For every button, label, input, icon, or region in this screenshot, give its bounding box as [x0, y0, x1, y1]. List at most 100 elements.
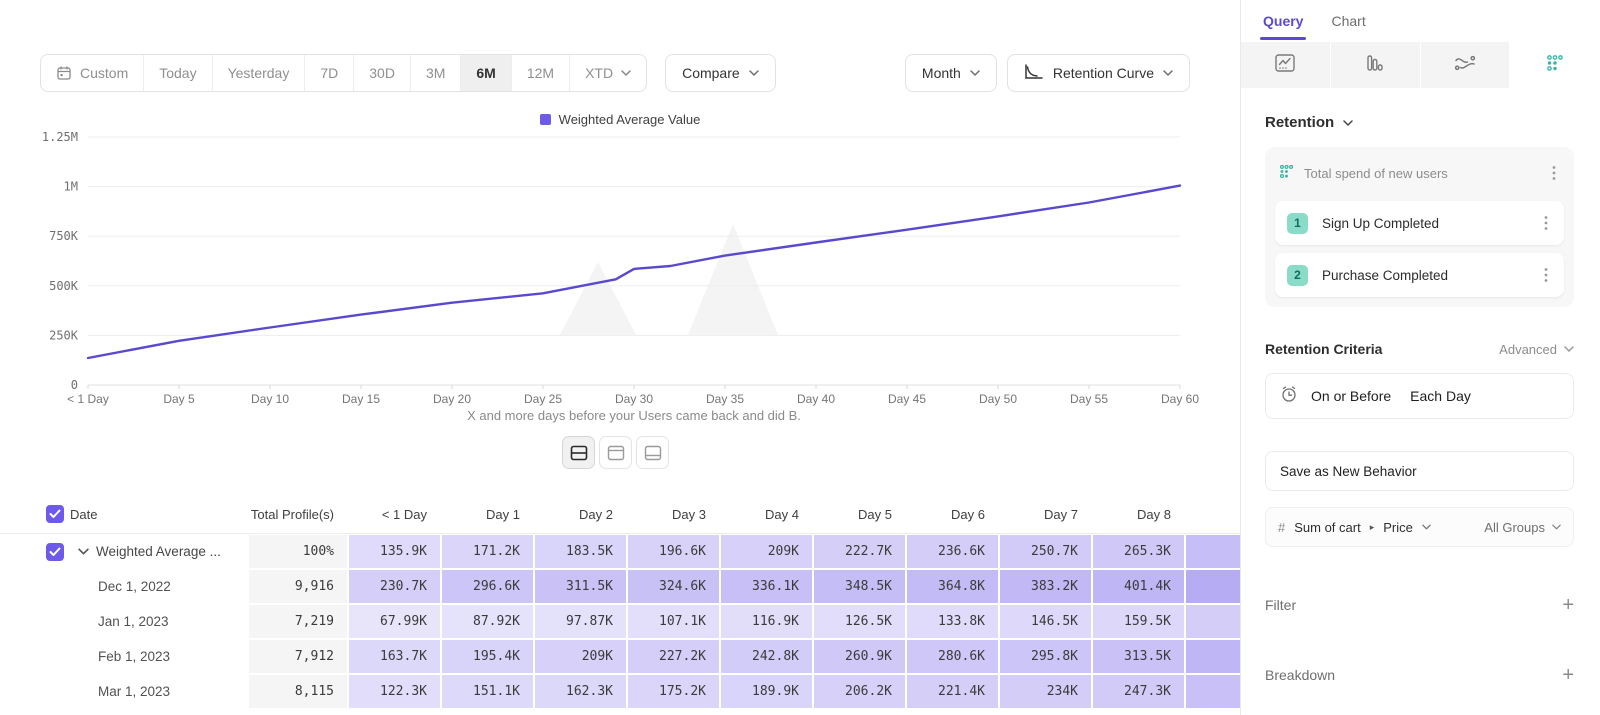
criteria-card[interactable]: On or Before Each Day: [1265, 373, 1574, 419]
column-header[interactable]: Date: [70, 507, 248, 522]
retention-value-cell: 97.87K: [535, 605, 626, 638]
table-header-row: DateTotal Profile(s)< 1 DayDay 1Day 2Day…: [0, 495, 1240, 534]
behavior-card: Total spend of new users 1Sign Up Comple…: [1265, 147, 1574, 307]
retention-value-cell: 236.6K: [907, 535, 998, 568]
compare-label: Compare: [682, 65, 740, 81]
retention-value-cell: 206.2K: [814, 675, 905, 708]
view-toggle-group: [562, 436, 669, 469]
kebab-menu-icon[interactable]: [1548, 163, 1560, 183]
range-label: 6M: [476, 65, 495, 81]
column-header[interactable]: Day 5: [813, 507, 906, 522]
clipped-cell: [1186, 570, 1240, 603]
measurement-sub-property[interactable]: Price: [1383, 520, 1413, 535]
row-checkbox-cell: [40, 639, 70, 674]
range-today[interactable]: Today: [144, 55, 212, 91]
retention-icon: [1546, 54, 1564, 77]
column-header[interactable]: Total Profile(s): [248, 507, 348, 522]
column-header[interactable]: Day 6: [906, 507, 999, 522]
column-header[interactable]: < 1 Day: [348, 507, 441, 522]
range-3m[interactable]: 3M: [411, 55, 461, 91]
y-axis-tick: 500K: [49, 279, 79, 293]
kebab-menu-icon[interactable]: [1540, 213, 1552, 233]
row-label[interactable]: Dec 1, 2022: [70, 569, 248, 604]
behavior-icon: [1279, 164, 1294, 182]
measurement-property-dropdown[interactable]: Sum of cart: [1294, 520, 1360, 535]
retention-value-cell: 189.9K: [721, 675, 812, 708]
retention-value-cell: 230.7K: [349, 570, 440, 603]
retention-value-cell: 336.1K: [721, 570, 812, 603]
tab-query[interactable]: Query: [1263, 13, 1303, 29]
row-label[interactable]: Mar 1, 2023: [70, 674, 248, 709]
retention-value-cell: 135.9K: [349, 535, 440, 568]
split-view-toggle[interactable]: [562, 436, 595, 469]
range-7d[interactable]: 7D: [305, 55, 354, 91]
criteria-condition[interactable]: On or Before: [1311, 388, 1391, 404]
x-axis-tick: < 1 Day: [67, 392, 109, 406]
range-label: XTD: [585, 65, 613, 81]
granularity-button[interactable]: Month: [905, 54, 997, 92]
granularity-label: Month: [922, 65, 961, 81]
row-label[interactable]: Feb 1, 2023: [70, 639, 248, 674]
column-header[interactable]: Day 1: [441, 507, 534, 522]
criteria-period[interactable]: Each Day: [1410, 388, 1471, 404]
row-label[interactable]: Weighted Average ...: [70, 534, 248, 569]
behavior-title-row[interactable]: Total spend of new users: [1275, 157, 1564, 193]
range-label: Today: [159, 65, 196, 81]
retention-value-cell: 151.1K: [442, 675, 533, 708]
range-12m[interactable]: 12M: [512, 55, 570, 91]
chart-type-button[interactable]: Retention Curve: [1007, 54, 1190, 92]
measurement-row: # Sum of cart ▸ Price All Groups: [1265, 507, 1574, 547]
x-axis-tick: Day 50: [979, 392, 1017, 406]
y-axis-tick: 250K: [49, 328, 79, 342]
total-profiles-cell: 8,115: [249, 675, 347, 708]
retention-value-cell: 175.2K: [628, 675, 719, 708]
retention-section-dropdown[interactable]: Retention: [1265, 114, 1574, 131]
column-header[interactable]: Day 7: [999, 507, 1092, 522]
step-label: Purchase Completed: [1322, 268, 1526, 283]
chevron-down-icon[interactable]: [78, 548, 89, 555]
x-axis-tick: Day 10: [251, 392, 289, 406]
retention-value-cell: 234K: [1000, 675, 1091, 708]
funnels-tab[interactable]: [1331, 42, 1421, 88]
insights-tab[interactable]: [1241, 42, 1331, 88]
select-all-checkbox[interactable]: [46, 505, 64, 523]
column-header[interactable]: Day 3: [627, 507, 720, 522]
add-filter-button[interactable]: +: [1562, 598, 1574, 612]
range-6m[interactable]: 6M: [461, 55, 511, 91]
add-breakdown-button[interactable]: +: [1562, 668, 1574, 682]
compare-button[interactable]: Compare: [665, 54, 776, 92]
range-custom[interactable]: Custom: [41, 55, 144, 91]
step-number-badge: 2: [1287, 265, 1308, 286]
behavior-step-sign-up-completed[interactable]: 1Sign Up Completed: [1275, 201, 1564, 245]
save-as-new-behavior-button[interactable]: Save as New Behavior: [1265, 451, 1574, 491]
row-label[interactable]: Jan 1, 2023: [70, 604, 248, 639]
row-label-text: Mar 1, 2023: [98, 684, 170, 699]
retention-value-cell: 364.8K: [907, 570, 998, 603]
advanced-dropdown[interactable]: Advanced: [1499, 342, 1574, 357]
x-axis-tick: Day 35: [706, 392, 744, 406]
range-30d[interactable]: 30D: [354, 55, 411, 91]
x-axis-tick: Day 60: [1161, 392, 1199, 406]
table-view-toggle[interactable]: [636, 436, 669, 469]
date-range-group: Custom Today Yesterday7D 30D 3M 6M 12M XTD: [40, 54, 647, 92]
retention-tab[interactable]: [1510, 42, 1600, 88]
range-label: 30D: [369, 65, 395, 81]
flows-tab[interactable]: [1421, 42, 1511, 88]
kebab-menu-icon[interactable]: [1540, 265, 1552, 285]
column-header[interactable]: Day 8: [1092, 507, 1185, 522]
row-checkbox[interactable]: [46, 543, 64, 561]
total-profiles-cell: 9,916: [249, 570, 347, 603]
range-yesterday[interactable]: Yesterday: [213, 55, 306, 91]
range-xtd[interactable]: XTD: [570, 55, 646, 91]
query-sidebar: Query Chart: [1240, 0, 1600, 715]
column-header[interactable]: Day 2: [534, 507, 627, 522]
table-row: Dec 1, 20229,916230.7K296.6K311.5K324.6K…: [0, 569, 1240, 604]
retention-value-cell: 250.7K: [1000, 535, 1091, 568]
behavior-step-purchase-completed[interactable]: 2 Purchase Completed: [1275, 253, 1564, 297]
column-header[interactable]: Day 4: [720, 507, 813, 522]
all-groups-dropdown[interactable]: All Groups: [1484, 520, 1561, 535]
x-axis-tick: Day 5: [163, 392, 195, 406]
chart-view-toggle[interactable]: [599, 436, 632, 469]
retention-value-cell: 183.5K: [535, 535, 626, 568]
tab-chart[interactable]: Chart: [1331, 13, 1365, 29]
